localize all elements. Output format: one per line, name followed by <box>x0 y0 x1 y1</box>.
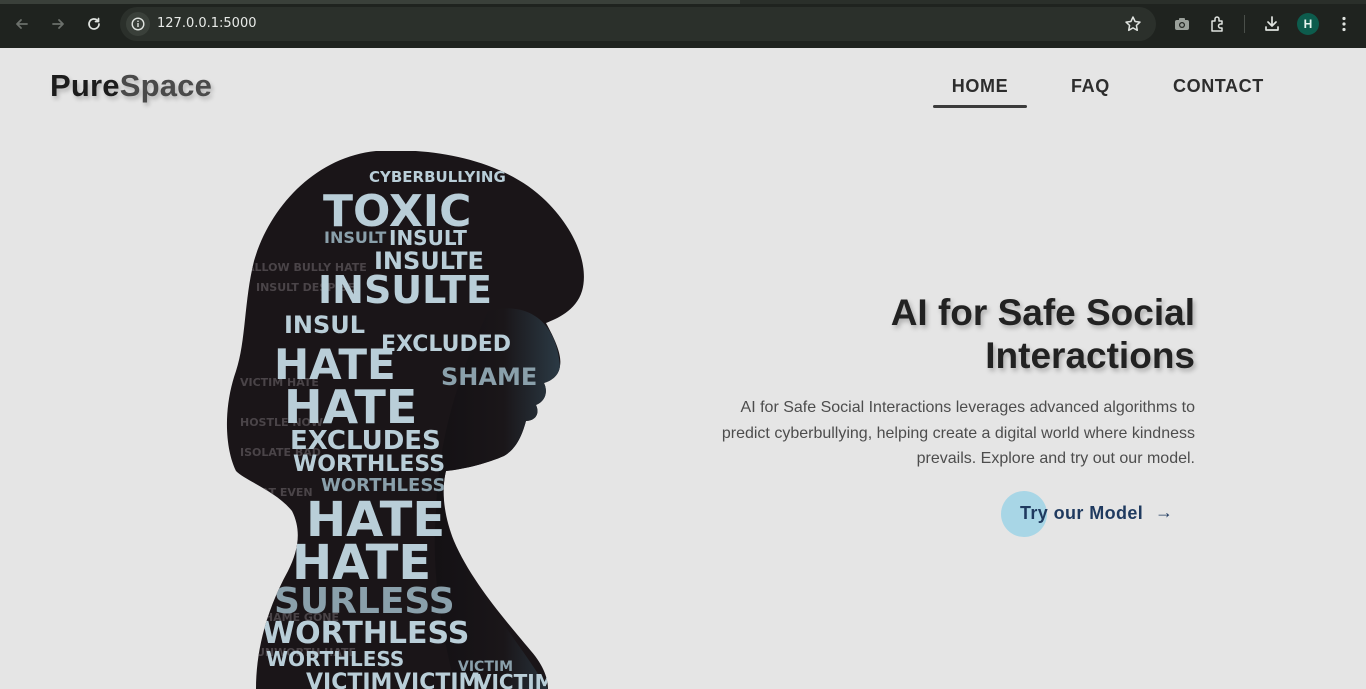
browser-toolbar: 127.0.0.1:5000 H <box>0 0 1366 48</box>
word-insulte-2: INSULTE <box>318 268 492 312</box>
forward-icon[interactable] <box>46 12 70 36</box>
word-shame: SHAME <box>441 363 537 391</box>
nav-contact-label: CONTACT <box>1173 76 1264 96</box>
word-cyberbullying: CYBERBULLYING <box>369 168 506 186</box>
arrow-right-icon: → <box>1155 502 1173 522</box>
word-worthless-1: WORTHLESS <box>293 452 445 477</box>
site-info-icon[interactable] <box>126 12 150 36</box>
site-logo[interactable]: PureSpace <box>50 68 212 104</box>
word-insult-1: INSULT <box>324 228 386 247</box>
url-text[interactable]: 127.0.0.1:5000 <box>157 16 257 31</box>
nav-contact[interactable]: CONTACT <box>1173 76 1264 110</box>
screenshot-icon[interactable] <box>1170 12 1194 36</box>
nav-faq-label: FAQ <box>1071 76 1110 96</box>
address-bar[interactable]: 127.0.0.1:5000 <box>120 7 1156 41</box>
toolbar-divider <box>1244 15 1245 33</box>
try-model-button[interactable]: Try our Model → <box>1001 491 1181 537</box>
word-excluded: EXCLUDED <box>381 332 511 357</box>
page-body: PureSpace HOME FAQ CONTACT ALLOW BULLY H… <box>0 48 1366 689</box>
hero-title: AI for Safe Social Interactions <box>775 291 1195 377</box>
nav-home-label: HOME <box>951 76 1009 96</box>
back-icon[interactable] <box>10 12 34 36</box>
reload-icon[interactable] <box>82 12 106 36</box>
logo-part-pure: Pure <box>50 68 120 103</box>
extensions-icon[interactable] <box>1206 12 1230 36</box>
download-icon[interactable] <box>1260 12 1284 36</box>
cta-label: Try our Model <box>1020 503 1144 523</box>
bookmark-star-icon[interactable] <box>1124 15 1142 38</box>
nav-home[interactable]: HOME <box>933 76 1027 110</box>
hero-title-line-2: Interactions <box>985 335 1195 376</box>
profile-avatar[interactable]: H <box>1297 13 1319 35</box>
tab-strip <box>0 0 1366 4</box>
logo-part-space: Space <box>119 68 213 103</box>
word-worthless-3: WORTHLESS <box>262 616 469 651</box>
word-victim-4: VICTIM <box>458 659 513 675</box>
hero-description: AI for Safe Social Interactions leverage… <box>721 399 1195 467</box>
hero-title-line-1: AI for Safe Social <box>890 292 1195 333</box>
more-menu-icon[interactable] <box>1332 12 1356 36</box>
word-victim-1: VICTIM <box>306 670 392 689</box>
svg-text:NOT EVEN: NOT EVEN <box>250 486 313 499</box>
word-worthless-4: WORTHLESS <box>266 647 404 671</box>
active-tab-edge <box>0 0 740 4</box>
word-insul: INSUL <box>284 311 365 339</box>
hero-silhouette-image: ALLOW BULLY HATE INSULT DESPISE VICTIM H… <box>226 151 584 689</box>
nav-faq[interactable]: FAQ <box>1071 76 1110 110</box>
nav-active-underline <box>933 105 1027 108</box>
